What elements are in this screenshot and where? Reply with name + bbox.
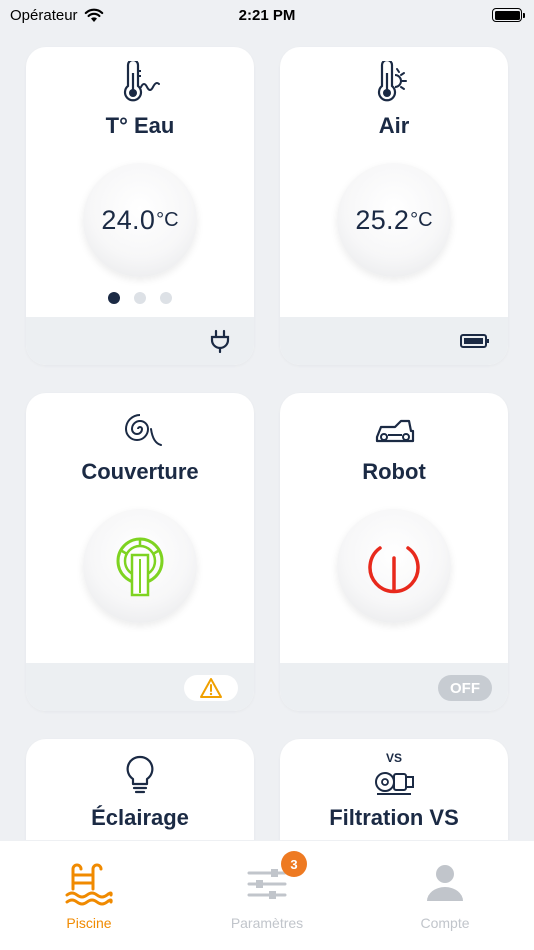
card-footer [26,663,254,711]
robot-status-badge[interactable]: OFF [438,675,492,701]
card-footer: OFF [280,663,508,711]
carrier-label: Opérateur [10,6,78,24]
status-bar: Opérateur 2:21 PM [0,0,534,30]
pump-icon [375,772,414,795]
tab-bar: Piscine 3 Paramètres Compte [0,840,534,950]
card-water-temperature[interactable]: T° Eau 24.0 °C [26,47,254,365]
cover-roll-icon [124,414,162,446]
battery-icon [492,8,525,22]
warning-icon [200,678,222,698]
page-dot[interactable] [134,292,146,304]
tab-piscine[interactable]: Piscine [19,861,159,950]
user-icon [427,865,463,901]
pool-ladder-icon [65,863,113,906]
robot-power-button[interactable] [337,509,451,623]
tab-label: Piscine [66,915,112,931]
tab-parametres[interactable]: 3 Paramètres [197,851,337,950]
thermometer-water-icon [123,61,160,102]
card-title-water: T° Eau [105,113,175,138]
wifi-icon [84,8,103,22]
thermometer-sun-icon [377,61,407,102]
page-dot[interactable] [160,292,172,304]
card-title-filtration: Filtration VS [329,805,459,830]
card-title-robot: Robot [362,459,426,484]
battery-icon [460,334,489,348]
water-temperature-value: 24.0 [101,204,156,235]
power-off-icon [368,546,420,594]
cover-toggle-button[interactable] [83,509,197,623]
cover-on-icon [116,537,164,597]
card-cover[interactable]: Couverture [26,393,254,711]
plug-icon [210,329,230,353]
tab-label: Compte [420,915,470,931]
card-air-temperature[interactable]: Air 25.2 °C [280,47,508,365]
card-robot[interactable]: Robot OFF [280,393,508,711]
air-temperature-gauge: 25.2 °C [337,163,451,277]
filtration-icon-label: VS [385,751,402,765]
card-title-lighting: Éclairage [91,805,189,830]
water-temperature-unit: °C [156,208,179,231]
page-indicator[interactable] [26,292,254,304]
pool-robot-icon [375,419,415,443]
card-title-air: Air [378,113,410,138]
air-temperature-unit: °C [410,208,433,231]
page-dot[interactable] [108,292,120,304]
tab-label: Paramètres [230,915,304,931]
card-footer [26,317,254,365]
lightbulb-icon [126,755,154,794]
air-temperature-value: 25.2 [355,204,410,235]
card-title-cover: Couverture [81,459,199,484]
tab-compte[interactable]: Compte [375,861,515,950]
card-footer [280,317,508,365]
warning-badge[interactable] [184,675,238,701]
notification-badge: 3 [281,851,307,877]
water-temperature-gauge: 24.0 °C [83,163,197,277]
